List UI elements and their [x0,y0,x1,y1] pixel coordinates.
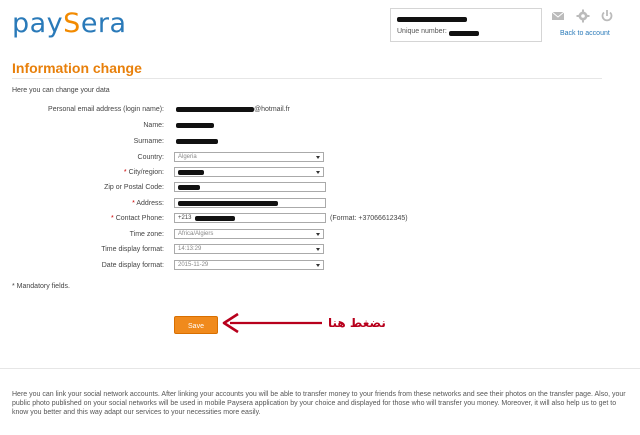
gear-icon[interactable] [576,9,590,23]
redacted-account-name [397,17,467,22]
divider [0,368,640,369]
surname-value [176,138,218,145]
city-select[interactable] [174,167,324,177]
date-format-row: Date display format: 2015-11-29 [0,260,640,272]
date-format-label: Date display format: [101,262,164,269]
timezone-row: Time zone: Africa/Algiers [0,229,640,241]
time-format-row: Time display format: 14:13:29 [0,244,640,256]
arrow-annotation-icon [222,312,322,334]
name-label: Name: [143,122,164,129]
redacted-city [178,170,204,175]
address-row: * Address: [0,198,640,210]
redacted-phone [195,216,235,221]
redacted-unique-number [449,31,479,36]
unique-number-label: Unique number: [397,28,447,35]
phone-format-hint: (Format: +37066612345) [330,215,408,222]
timezone-select[interactable]: Africa/Algiers [174,229,324,239]
chevron-down-icon [316,171,320,174]
email-value: @hotmail.fr [176,106,290,113]
surname-row: Surname: [0,136,640,148]
paysera-logo[interactable]: paySera [12,8,127,39]
zip-input[interactable] [174,182,326,192]
phone-label: * Contact Phone: [111,215,164,222]
name-row: Name: [0,120,640,132]
email-row: Personal email address (login name): @ho… [0,104,640,116]
address-label: * Address: [132,200,164,207]
city-label: * City/region: [123,169,164,176]
header: paySera Unique number: Back to account [0,0,640,54]
time-format-select[interactable]: 14:13:29 [174,244,324,254]
power-icon[interactable] [600,9,614,23]
phone-row: * Contact Phone: +213 (Format: +37066612… [0,213,640,225]
account-box: Unique number: [390,8,542,42]
chevron-down-icon [316,264,320,267]
country-select[interactable]: Algeria [174,152,324,162]
phone-input[interactable]: +213 [174,213,326,223]
mail-icon[interactable] [551,9,565,23]
page-title: Information change [12,60,142,76]
zip-label: Zip or Postal Code: [104,184,164,191]
back-to-account-link[interactable]: Back to account [560,30,610,37]
annotation-text: نضغط هنا [328,316,386,330]
save-button[interactable]: Save [174,316,218,334]
city-row: * City/region: [0,167,640,179]
chevron-down-icon [316,156,320,159]
email-label: Personal email address (login name): [48,106,164,113]
country-label: Country: [137,154,164,161]
chevron-down-icon [316,248,320,251]
address-input[interactable] [174,198,326,208]
intro-text: Here you can change your data [12,87,110,94]
redacted-address [178,201,278,206]
zip-row: Zip or Postal Code: [0,182,640,194]
mandatory-note: * Mandatory fields. [12,283,70,290]
social-networks-description: Here you can link your social network ac… [12,391,626,416]
name-value [176,122,214,129]
divider [12,78,602,79]
time-format-label: Time display format: [101,246,164,253]
redacted-zip [178,185,200,190]
country-row: Country: Algeria [0,152,640,164]
timezone-label: Time zone: [129,231,164,238]
chevron-down-icon [316,233,320,236]
surname-label: Surname: [133,138,164,145]
date-format-select[interactable]: 2015-11-29 [174,260,324,270]
